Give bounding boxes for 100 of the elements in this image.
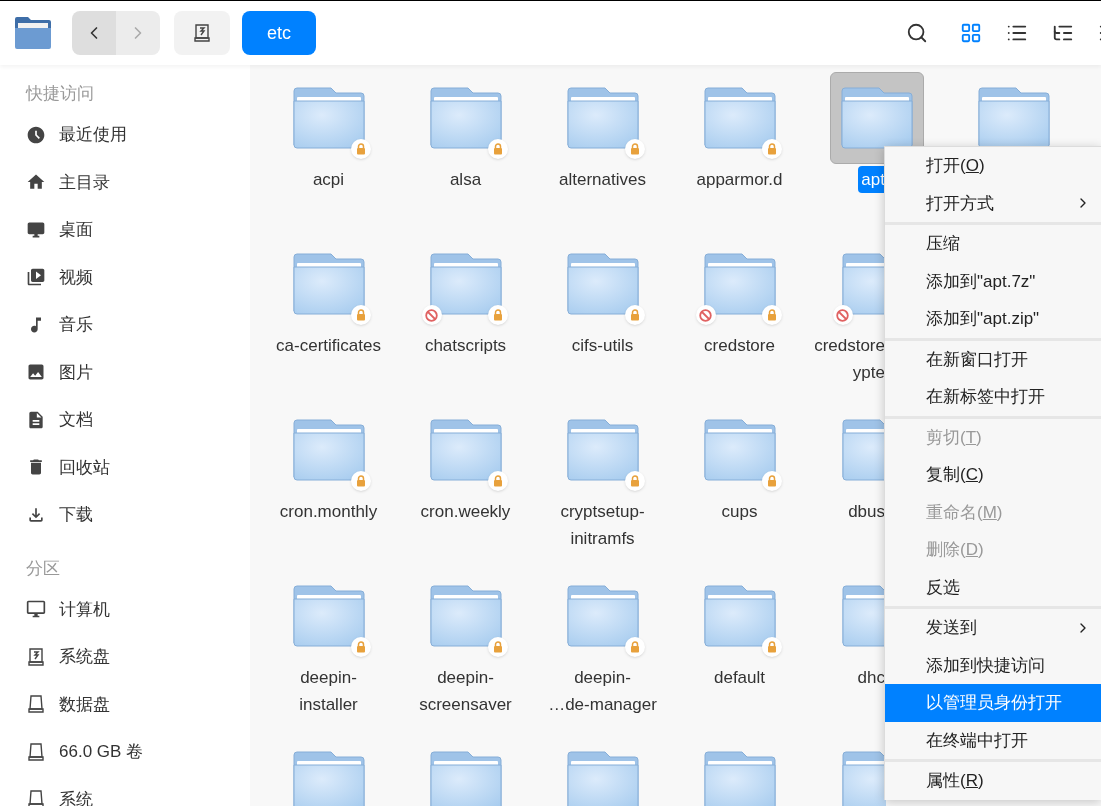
lock-badge-icon bbox=[350, 139, 371, 159]
disk-button[interactable] bbox=[174, 11, 230, 55]
folder-icon bbox=[566, 253, 639, 315]
menu-item[interactable]: 复制(C) bbox=[885, 456, 1101, 494]
sidebar-label: 音乐 bbox=[59, 314, 93, 336]
sidebar-item[interactable]: 数据盘 bbox=[0, 680, 250, 728]
sidebar-item[interactable]: 计算机 bbox=[0, 585, 250, 633]
file-name: screensaver bbox=[418, 694, 513, 716]
lock-badge-icon bbox=[761, 637, 782, 657]
sidebar-item[interactable]: 回收站 bbox=[0, 443, 250, 491]
file-name: default bbox=[712, 667, 766, 689]
folder-icon bbox=[292, 253, 365, 315]
file-name: ca-certificates bbox=[275, 335, 382, 357]
folder-icon bbox=[703, 585, 776, 647]
file-name: cups bbox=[720, 501, 759, 523]
image-icon bbox=[26, 362, 46, 383]
lock-badge-icon bbox=[624, 471, 645, 491]
folder-icon bbox=[429, 419, 502, 481]
lock-badge-icon bbox=[487, 637, 508, 657]
menu-item[interactable]: 压缩 bbox=[885, 225, 1101, 263]
file-name: ypte bbox=[851, 362, 886, 384]
sidebar-label: 下载 bbox=[59, 504, 93, 526]
sidebar-item[interactable]: 系统盘 bbox=[0, 633, 250, 681]
sidebar-label: 视频 bbox=[59, 266, 93, 289]
sidebar-item[interactable]: 最近使用 bbox=[0, 111, 250, 159]
sidebar-label: 文档 bbox=[59, 409, 93, 431]
menu-item[interactable]: 在新窗口打开 bbox=[885, 340, 1101, 378]
file-name: alsa bbox=[448, 169, 483, 191]
menu-item[interactable]: 添加到"apt.zip" bbox=[885, 300, 1101, 338]
forward-button[interactable] bbox=[116, 11, 160, 55]
sidebar-item[interactable]: 视频 bbox=[0, 253, 250, 301]
menu-item[interactable]: 反选 bbox=[885, 568, 1101, 606]
file-name: dbus bbox=[847, 501, 886, 523]
lock-badge-icon bbox=[761, 139, 782, 159]
sidebar-item[interactable]: 文档 bbox=[0, 396, 250, 444]
sidebar-item[interactable]: 系统 bbox=[0, 775, 250, 806]
lock-badge-icon bbox=[487, 305, 508, 325]
sidebar-item[interactable]: 66.0 GB 卷 bbox=[0, 728, 250, 776]
menu-item[interactable]: 在终端中打开 bbox=[885, 721, 1101, 759]
grid-view-icon bbox=[960, 22, 982, 44]
sidebar-item[interactable]: 图片 bbox=[0, 348, 250, 396]
file-name: …de-manager bbox=[547, 694, 658, 716]
menu-item[interactable]: 打开(O) bbox=[885, 147, 1101, 185]
menu-item[interactable]: 在新标签中打开 bbox=[885, 378, 1101, 416]
sidebar-label: 最近使用 bbox=[59, 124, 127, 146]
menu-item[interactable]: 属性(R) bbox=[885, 762, 1101, 800]
sidebar-label: 系统盘 bbox=[59, 646, 110, 668]
menu-item[interactable]: 添加到快捷访问 bbox=[885, 646, 1101, 684]
folder-icon bbox=[703, 253, 776, 315]
sidebar-item[interactable]: 桌面 bbox=[0, 206, 250, 254]
sidebar-label: 数据盘 bbox=[59, 693, 110, 716]
sidebar-item[interactable]: 主目录 bbox=[0, 158, 250, 206]
no-entry-badge-icon bbox=[695, 305, 716, 325]
folder-icon bbox=[292, 419, 365, 481]
folder-icon bbox=[566, 87, 639, 149]
lock-badge-icon bbox=[350, 305, 371, 325]
folder-item[interactable] bbox=[829, 72, 924, 164]
sidebar-heading: 分区 bbox=[26, 557, 61, 580]
sidebar-label: 计算机 bbox=[59, 598, 110, 621]
folder-icon bbox=[292, 585, 365, 647]
file-name: cron.monthly bbox=[278, 501, 379, 523]
drive-icon bbox=[26, 741, 46, 762]
sidebar-heading: 快捷访问 bbox=[26, 83, 95, 105]
folder-icon bbox=[429, 253, 502, 315]
sidebar-label: 桌面 bbox=[59, 219, 93, 241]
folder-icon bbox=[429, 87, 502, 149]
folder-icon bbox=[429, 585, 502, 647]
file-name: dhc bbox=[856, 667, 886, 689]
clock-icon bbox=[26, 124, 46, 145]
sidebar-label: 系统 bbox=[59, 788, 93, 806]
folder-icon bbox=[703, 419, 776, 481]
file-name: initramfs bbox=[569, 528, 636, 550]
sidebar-item[interactable]: 下载 bbox=[0, 491, 250, 539]
search-icon bbox=[906, 22, 928, 44]
no-entry-badge-icon bbox=[832, 305, 853, 325]
lock-badge-icon bbox=[624, 637, 645, 657]
file-name: chatscripts bbox=[423, 335, 508, 357]
menu-item[interactable]: 以管理员身份打开 bbox=[885, 684, 1101, 722]
lock-badge-icon bbox=[487, 471, 508, 491]
file-name: deepin- bbox=[299, 667, 358, 689]
sidebar-label: 回收站 bbox=[59, 456, 110, 479]
menu-item[interactable]: 发送到 bbox=[885, 609, 1101, 647]
menu-item[interactable]: 添加到"apt.7z" bbox=[885, 262, 1101, 300]
file-name: deepin- bbox=[573, 667, 632, 689]
no-entry-badge-icon bbox=[421, 305, 442, 325]
sidebar-label: 图片 bbox=[59, 361, 93, 384]
drive-icon bbox=[26, 789, 46, 806]
lock-badge-icon bbox=[761, 305, 782, 325]
breadcrumb-tab[interactable]: etc bbox=[242, 11, 316, 55]
file-name: credstore bbox=[813, 335, 886, 357]
lock-badge-icon bbox=[624, 305, 645, 325]
system-disk-icon bbox=[26, 646, 46, 667]
file-name: apparmor.d bbox=[695, 169, 784, 191]
lock-badge-icon bbox=[350, 637, 371, 657]
sidebar-label: 66.0 GB 卷 bbox=[59, 741, 144, 763]
back-button[interactable] bbox=[72, 11, 116, 55]
folder-icon bbox=[703, 87, 776, 149]
menu-item[interactable]: 打开方式 bbox=[885, 184, 1101, 222]
folder-icon bbox=[566, 419, 639, 481]
sidebar-item[interactable]: 音乐 bbox=[0, 301, 250, 349]
